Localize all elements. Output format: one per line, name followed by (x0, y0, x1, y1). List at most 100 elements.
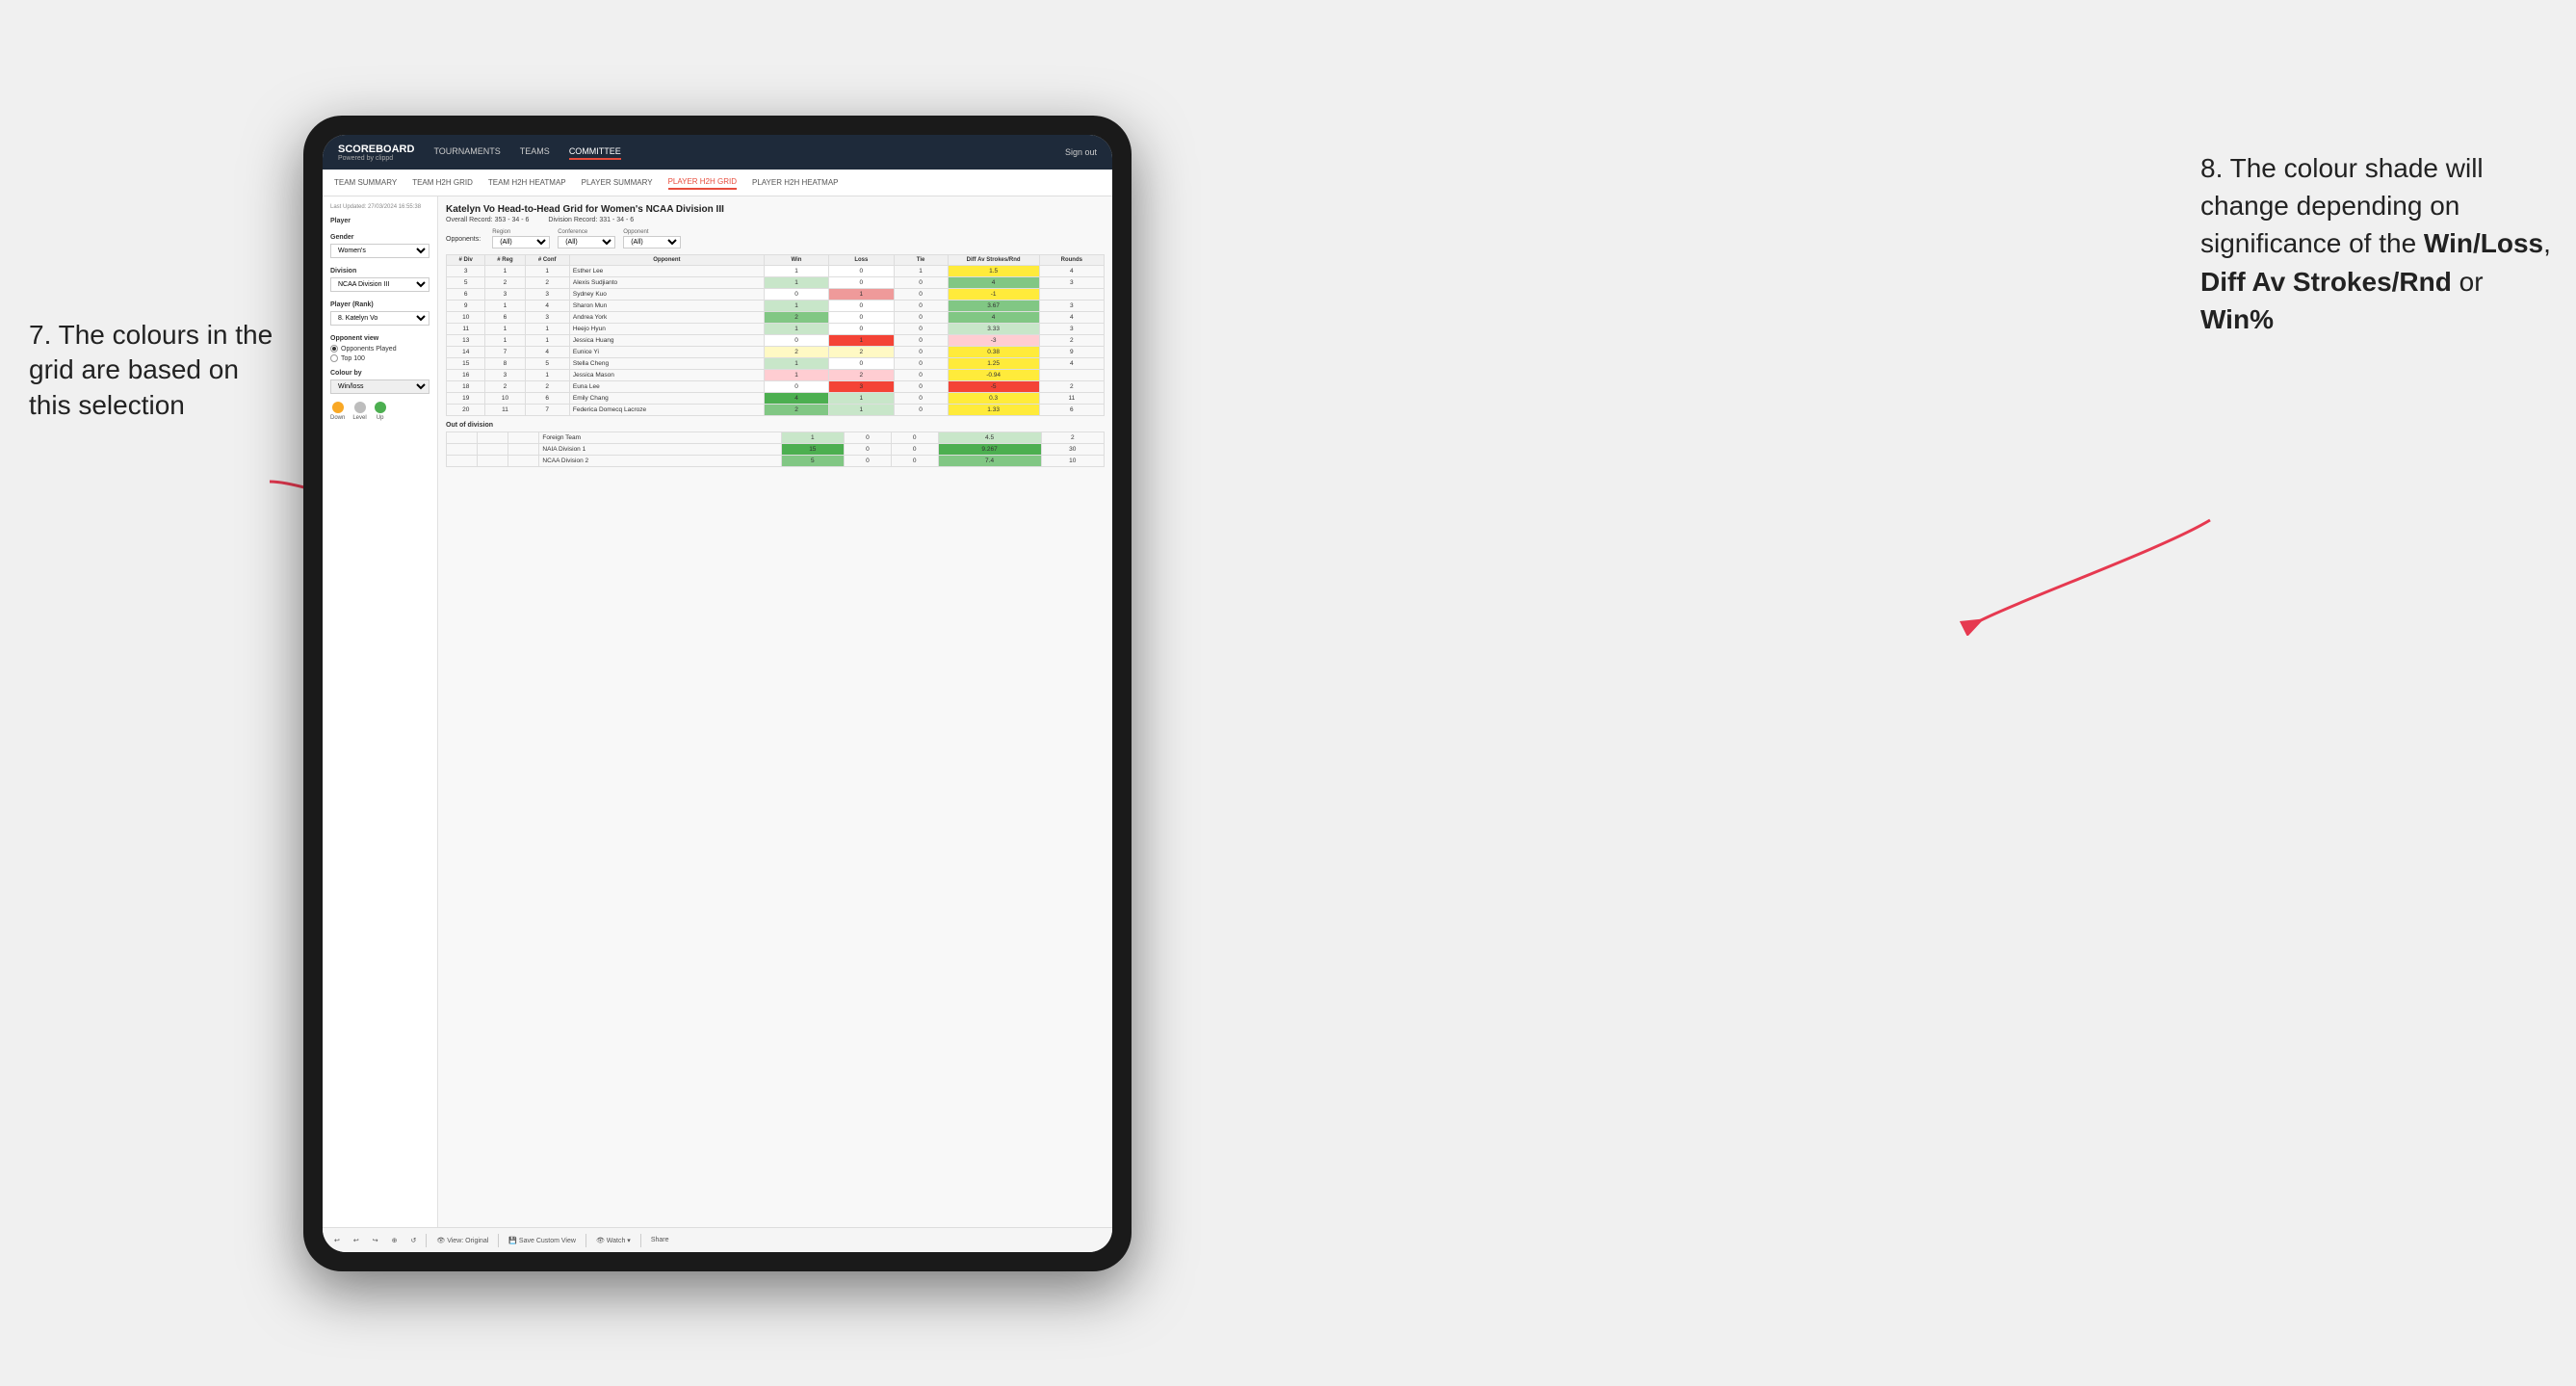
sub-nav: TEAM SUMMARY TEAM H2H GRID TEAM H2H HEAT… (323, 170, 1112, 196)
radio-dot-top100 (330, 354, 338, 362)
cell-conf: 2 (525, 277, 569, 289)
out-cell-tie: 0 (891, 444, 938, 456)
toolbar-redo[interactable]: ↪ (369, 1235, 382, 1246)
filter-row: Opponents: Region (All) Conference (All) (446, 229, 1105, 248)
cell-div: 11 (447, 324, 485, 335)
annotation-bold2: Diff Av Strokes/Rnd (2200, 267, 2452, 297)
toolbar-share[interactable]: Share (647, 1235, 673, 1245)
cell-tie: 0 (894, 405, 948, 416)
toolbar-save-custom[interactable]: 💾 Save Custom View (505, 1235, 580, 1246)
cell-reg: 3 (485, 289, 525, 301)
cell-tie: 0 (894, 324, 948, 335)
nav-tournaments[interactable]: TOURNAMENTS (433, 144, 500, 160)
table-row: 6 3 3 Sydney Kuo 0 1 0 -1 (447, 289, 1105, 301)
nav-sign-out[interactable]: Sign out (1065, 147, 1097, 157)
cell-reg: 1 (485, 324, 525, 335)
cell-rounds: 3 (1039, 301, 1104, 312)
cell-rounds: 4 (1039, 312, 1104, 324)
cell-opponent: Eunice Yi (569, 347, 764, 358)
toolbar-refresh[interactable]: ↺ (407, 1235, 421, 1246)
toolbar-undo2[interactable]: ↩ (350, 1235, 363, 1246)
cell-win: 4 (764, 393, 828, 405)
toolbar-view-original[interactable]: 👁 View: Original (432, 1235, 492, 1246)
cell-rounds: 3 (1039, 324, 1104, 335)
cell-div: 18 (447, 381, 485, 393)
th-opponent: Opponent (569, 255, 764, 266)
filter-opponent: Opponent (All) (623, 229, 681, 248)
table-row: 15 8 5 Stella Cheng 1 0 0 1.25 4 (447, 358, 1105, 370)
out-cell-conf (508, 432, 539, 444)
cell-div: 9 (447, 301, 485, 312)
toolbar-undo[interactable]: ↩ (330, 1235, 344, 1246)
cell-tie: 0 (894, 312, 948, 324)
filter-conference: Conference (All) (558, 229, 615, 248)
cell-opponent: Emily Chang (569, 393, 764, 405)
cell-loss: 0 (829, 324, 894, 335)
filter-conference-select[interactable]: (All) (558, 236, 615, 248)
cell-rounds (1039, 289, 1104, 301)
cell-rounds: 6 (1039, 405, 1104, 416)
sidebar-division-select[interactable]: NCAA Division III (330, 277, 429, 292)
filter-region-select[interactable]: (All) (492, 236, 550, 248)
out-cell-rounds: 2 (1041, 432, 1104, 444)
cell-conf: 1 (525, 324, 569, 335)
nav-committee[interactable]: COMMITTEE (569, 144, 621, 160)
grid-title: Katelyn Vo Head-to-Head Grid for Women's… (446, 204, 1105, 215)
cell-tie: 0 (894, 277, 948, 289)
table-row: 13 1 1 Jessica Huang 0 1 0 -3 2 (447, 335, 1105, 347)
sub-nav-team-h2h-grid[interactable]: TEAM H2H GRID (412, 176, 473, 189)
sidebar-player-rank-section: Player (Rank) 8. Katelyn Vo (330, 301, 429, 326)
toolbar-watch[interactable]: 👁 Watch ▾ (592, 1235, 635, 1246)
table-row: 5 2 2 Alexis Sudjianto 1 0 0 4 3 (447, 277, 1105, 289)
sidebar-gender-select[interactable]: Women's (330, 244, 429, 258)
cell-rounds (1039, 370, 1104, 381)
division-record: Division Record: 331 - 34 - 6 (548, 217, 634, 223)
nav-teams[interactable]: TEAMS (520, 144, 550, 160)
cell-diff: -0.94 (948, 370, 1039, 381)
cell-win: 1 (764, 370, 828, 381)
out-cell-tie: 0 (891, 456, 938, 467)
cell-tie: 0 (894, 335, 948, 347)
cell-rounds: 4 (1039, 266, 1104, 277)
sub-nav-player-h2h-grid[interactable]: PLAYER H2H GRID (668, 175, 737, 190)
cell-reg: 1 (485, 301, 525, 312)
sub-nav-team-h2h-heatmap[interactable]: TEAM H2H HEATMAP (488, 176, 566, 189)
legend-down: Down (330, 402, 345, 421)
out-cell-win: 15 (781, 444, 844, 456)
cell-win: 0 (764, 335, 828, 347)
out-cell-tie: 0 (891, 432, 938, 444)
cell-loss: 2 (829, 370, 894, 381)
th-conf: # Conf (525, 255, 569, 266)
table-row: 11 1 1 Heejo Hyun 1 0 0 3.33 3 (447, 324, 1105, 335)
cell-conf: 7 (525, 405, 569, 416)
out-table-row: NAIA Division 1 15 0 0 9.267 30 (447, 444, 1105, 456)
cell-opponent: Euna Lee (569, 381, 764, 393)
filter-opponent-label: Opponent (623, 229, 681, 235)
legend-down-label: Down (330, 415, 345, 421)
cell-win: 1 (764, 301, 828, 312)
filter-opponent-select[interactable]: (All) (623, 236, 681, 248)
cell-loss: 0 (829, 312, 894, 324)
radio-opponents-played[interactable]: Opponents Played (330, 345, 429, 353)
cell-loss: 0 (829, 301, 894, 312)
sidebar-colour-select[interactable]: Win/loss (330, 379, 429, 394)
cell-win: 0 (764, 381, 828, 393)
cell-reg: 2 (485, 381, 525, 393)
cell-tie: 0 (894, 358, 948, 370)
annotation-left: 7. The colours in the grid are based on … (29, 318, 279, 423)
sub-nav-team-summary[interactable]: TEAM SUMMARY (334, 176, 397, 189)
cell-conf: 1 (525, 335, 569, 347)
toolbar-add[interactable]: ⊕ (388, 1235, 402, 1246)
sidebar-colour-label: Colour by (330, 370, 429, 377)
sub-nav-player-h2h-heatmap[interactable]: PLAYER H2H HEATMAP (752, 176, 839, 189)
sub-nav-player-summary[interactable]: PLAYER SUMMARY (582, 176, 653, 189)
th-reg: # Reg (485, 255, 525, 266)
out-cell-div (447, 432, 478, 444)
out-cell-name: NCAA Division 2 (539, 456, 781, 467)
radio-top100[interactable]: Top 100 (330, 354, 429, 362)
cell-conf: 4 (525, 301, 569, 312)
cell-div: 14 (447, 347, 485, 358)
cell-reg: 10 (485, 393, 525, 405)
sidebar-player-rank-select[interactable]: 8. Katelyn Vo (330, 311, 429, 326)
cell-conf: 4 (525, 347, 569, 358)
